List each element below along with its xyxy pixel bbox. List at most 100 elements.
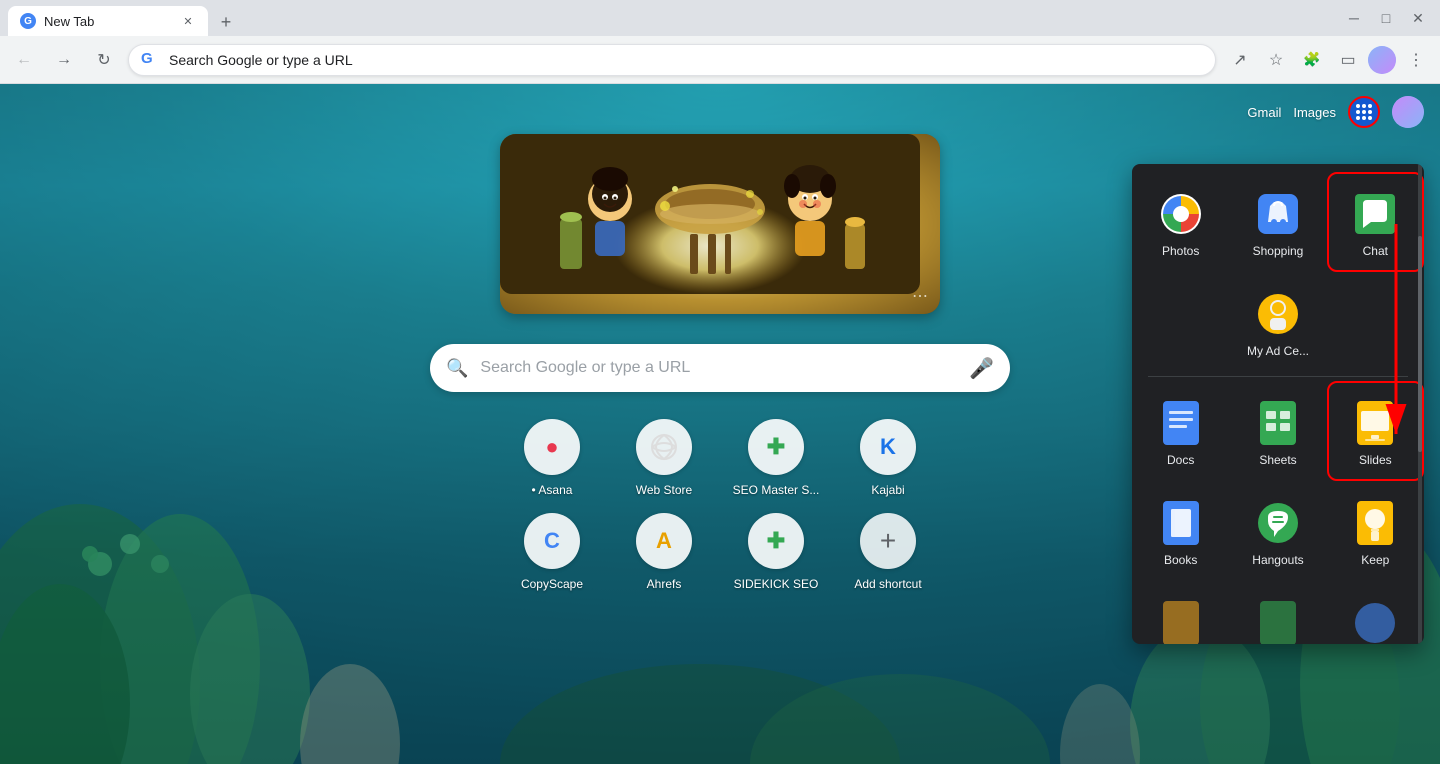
tab-strip: G New Tab ✕ +	[8, 0, 1340, 36]
url-text: Search Google or type a URL	[169, 52, 1203, 68]
new-tab-button[interactable]: +	[212, 8, 240, 36]
shortcut-add[interactable]: + Add shortcut	[844, 513, 932, 591]
app-docs[interactable]: Docs	[1134, 383, 1227, 479]
shortcut-sidekick-label: SIDEKICK SEO	[734, 577, 819, 591]
app-adcenter-icon-wrap	[1254, 290, 1302, 338]
app-sheets-icon-wrap	[1254, 399, 1302, 447]
shortcut-webstore-label: Web Store	[636, 483, 692, 497]
shortcut-asana-icon: ●	[524, 419, 580, 475]
app-chat[interactable]: Chat	[1329, 174, 1422, 270]
app-photos-icon-wrap	[1157, 190, 1205, 238]
shortcut-add-label: Add shortcut	[854, 577, 921, 591]
shortcut-seomaster-label: SEO Master S...	[733, 483, 820, 497]
google-doodle[interactable]: ⋯	[500, 134, 940, 314]
window-controls: ─ □ ✕	[1340, 4, 1432, 32]
app-adcenter-label: My Ad Ce...	[1247, 344, 1309, 358]
app-books-label: Books	[1164, 553, 1197, 567]
shortcuts-row-2: C CopyScape A Ahrefs ✚ SIDEKICK SEO	[508, 513, 932, 591]
forward-button[interactable]: →	[48, 44, 80, 76]
shortcut-webstore[interactable]: Web Store	[620, 419, 708, 497]
menu-icon[interactable]: ⋮	[1400, 44, 1432, 76]
plus-icon: +	[880, 525, 896, 557]
google-logo-icon: G	[141, 50, 161, 70]
shortcut-copyscape-label: CopyScape	[521, 577, 583, 591]
app-shopping-label: Shopping	[1253, 244, 1304, 258]
shortcut-sidekick-icon: ✚	[748, 513, 804, 569]
shortcut-copyscape-icon: C	[524, 513, 580, 569]
back-button[interactable]: ←	[8, 44, 40, 76]
apps-panel-scroll[interactable]: Photos Shopping	[1132, 164, 1424, 644]
app-books[interactable]: Books	[1134, 483, 1227, 579]
app-slides[interactable]: Slides	[1329, 383, 1422, 479]
close-tab-button[interactable]: ✕	[180, 13, 196, 29]
app-hangouts[interactable]: Hangouts	[1231, 483, 1324, 579]
gmail-link[interactable]: Gmail	[1247, 105, 1281, 120]
minimize-button[interactable]: ─	[1340, 4, 1368, 32]
extension-icon[interactable]: 🧩	[1296, 44, 1328, 76]
title-bar: G New Tab ✕ + ─ □ ✕	[0, 0, 1440, 36]
reload-button[interactable]: ↻	[88, 44, 120, 76]
shortcut-sidekick[interactable]: ✚ SIDEKICK SEO	[732, 513, 820, 591]
shortcut-asana[interactable]: ● • Asana	[508, 419, 596, 497]
close-window-button[interactable]: ✕	[1404, 4, 1432, 32]
app-sheets[interactable]: Sheets	[1231, 383, 1324, 479]
apps-row-2: My Ad Ce...	[1132, 272, 1424, 372]
doodle-share-icon[interactable]: ⋯	[912, 286, 928, 306]
app-docs-label: Docs	[1167, 453, 1194, 467]
app-slides-icon-wrap	[1351, 399, 1399, 447]
app-sheets-label: Sheets	[1259, 453, 1296, 467]
app-partial-3[interactable]	[1329, 583, 1422, 644]
url-bar[interactable]: G Search Google or type a URL	[128, 44, 1216, 76]
app-partial-2[interactable]	[1231, 583, 1324, 644]
maximize-button[interactable]: □	[1372, 4, 1400, 32]
share-icon[interactable]: ↗	[1224, 44, 1256, 76]
app-keep-icon-wrap	[1351, 499, 1399, 547]
google-header: Gmail Images	[1247, 96, 1424, 128]
scrollbar-thumb[interactable]	[1418, 236, 1422, 452]
app-keep-label: Keep	[1361, 553, 1389, 567]
doodle-image: ⋯	[500, 134, 940, 314]
app-photos-label: Photos	[1162, 244, 1199, 258]
active-tab[interactable]: G New Tab ✕	[8, 6, 208, 36]
shortcut-webstore-icon	[636, 419, 692, 475]
apps-row-1: Photos Shopping	[1132, 172, 1424, 272]
app-partial-1-icon	[1157, 599, 1205, 644]
shortcut-ahrefs-icon: A	[636, 513, 692, 569]
address-bar: ← → ↻ G Search Google or type a URL ↗ ☆ …	[0, 36, 1440, 84]
shortcut-seomaster-icon: ✚	[748, 419, 804, 475]
scrollbar-track	[1418, 164, 1422, 644]
profile-avatar[interactable]	[1368, 46, 1396, 74]
app-hangouts-label: Hangouts	[1252, 553, 1303, 567]
app-photos[interactable]: Photos	[1134, 174, 1227, 270]
shortcut-kajabi[interactable]: K Kajabi	[844, 419, 932, 497]
tab-favicon: G	[20, 13, 36, 29]
images-link[interactable]: Images	[1293, 105, 1336, 120]
app-partial-1[interactable]	[1134, 583, 1227, 644]
shortcut-ahrefs[interactable]: A Ahrefs	[620, 513, 708, 591]
sidebar-toggle-icon[interactable]: ▭	[1332, 44, 1364, 76]
bookmark-icon[interactable]: ☆	[1260, 44, 1292, 76]
app-chat-label: Chat	[1363, 244, 1388, 258]
tab-title: New Tab	[44, 14, 172, 29]
browser-content: Gmail Images	[0, 84, 1440, 764]
search-bar[interactable]: 🔍 Search Google or type a URL 🎤	[430, 344, 1010, 392]
apps-row-3: Docs Sheets	[1132, 381, 1424, 481]
browser-frame: G New Tab ✕ + ─ □ ✕ ← → ↻ G Search Googl…	[0, 0, 1440, 764]
shortcut-ahrefs-label: Ahrefs	[647, 577, 682, 591]
app-shopping-icon-wrap	[1254, 190, 1302, 238]
apps-grid-button[interactable]	[1348, 96, 1380, 128]
header-profile-avatar[interactable]	[1392, 96, 1424, 128]
app-shopping[interactable]: Shopping	[1231, 174, 1324, 270]
apps-row-4: Books Hangouts	[1132, 481, 1424, 581]
microphone-icon[interactable]: 🎤	[969, 356, 994, 381]
apps-panel: Photos Shopping	[1132, 164, 1424, 644]
shortcut-asana-label: • Asana	[532, 483, 573, 497]
app-keep[interactable]: Keep	[1329, 483, 1422, 579]
search-input[interactable]: Search Google or type a URL	[480, 359, 957, 377]
shortcut-copyscape[interactable]: C CopyScape	[508, 513, 596, 591]
app-adcenter[interactable]: My Ad Ce...	[1134, 274, 1422, 370]
shortcut-seomaster[interactable]: ✚ SEO Master S...	[732, 419, 820, 497]
app-hangouts-icon-wrap	[1254, 499, 1302, 547]
app-chat-icon-wrap	[1351, 190, 1399, 238]
app-books-icon-wrap	[1157, 499, 1205, 547]
